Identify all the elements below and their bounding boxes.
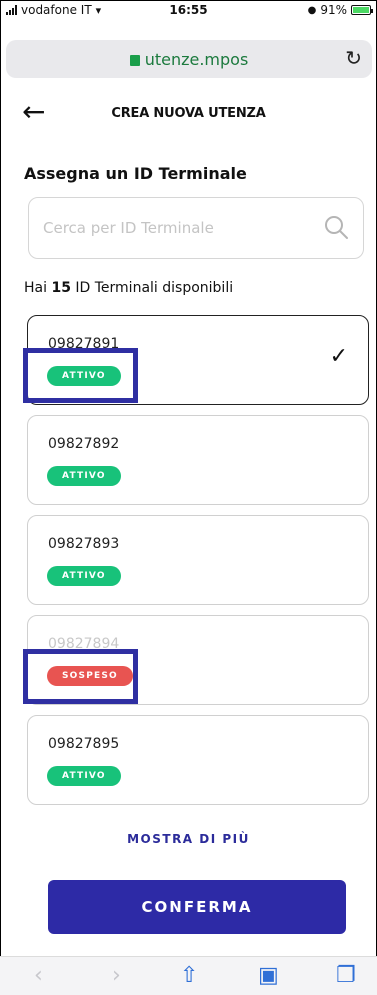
share-icon[interactable]: ⇧: [180, 963, 198, 988]
terminal-id: 09827892: [48, 436, 120, 452]
search-icon[interactable]: [323, 214, 349, 240]
highlight-box: [23, 649, 138, 704]
section-title: Assegna un ID Terminale: [24, 164, 247, 183]
status-right: ● 91%: [307, 3, 373, 17]
lock-icon: [129, 55, 140, 66]
available-count-text: Hai 15 ID Terminali disponibili: [24, 280, 233, 296]
available-suffix: ID Terminali disponibili: [75, 280, 234, 296]
terminal-card[interactable]: 09827893 ATTIVO: [27, 515, 369, 605]
battery-percent: 91%: [320, 3, 347, 17]
available-prefix: Hai: [24, 280, 47, 296]
forward-chevron-icon[interactable]: ›: [112, 963, 121, 988]
alarm-icon: ●: [307, 4, 317, 16]
highlight-box: [23, 348, 138, 403]
available-count: 15: [51, 280, 71, 296]
confirm-button[interactable]: CONFERMA: [48, 880, 346, 934]
search-input[interactable]: [43, 216, 313, 240]
page-title: CREA NUOVA UTENZA: [111, 106, 266, 121]
status-badge: ATTIVO: [47, 566, 121, 586]
address-bar[interactable]: utenze.mpos ↻: [6, 40, 372, 78]
bookmarks-icon[interactable]: ▣: [258, 963, 279, 988]
url-text: utenze.mpos: [144, 50, 249, 69]
status-badge: ATTIVO: [47, 466, 121, 486]
status-bar: vodafone IT ▾ 16:55 ● 91%: [0, 0, 377, 22]
terminal-id: 09827895: [48, 736, 120, 752]
tabs-icon[interactable]: ❐: [336, 963, 356, 988]
browser-toolbar: ‹ › ⇧ ▣ ❐: [0, 956, 377, 995]
battery-icon: [351, 5, 373, 15]
status-badge: ATTIVO: [47, 766, 121, 786]
terminal-id: 09827893: [48, 536, 120, 552]
back-chevron-icon[interactable]: ‹: [34, 963, 43, 988]
show-more-link[interactable]: MOSTRA DI PIÙ: [0, 832, 377, 846]
url-display[interactable]: utenze.mpos: [6, 50, 372, 69]
terminal-card[interactable]: 09827895 ATTIVO: [27, 715, 369, 805]
terminal-card[interactable]: 09827892 ATTIVO: [27, 415, 369, 505]
reload-icon[interactable]: ↻: [345, 46, 362, 70]
check-icon: ✓: [329, 344, 348, 369]
search-box[interactable]: [28, 197, 364, 259]
